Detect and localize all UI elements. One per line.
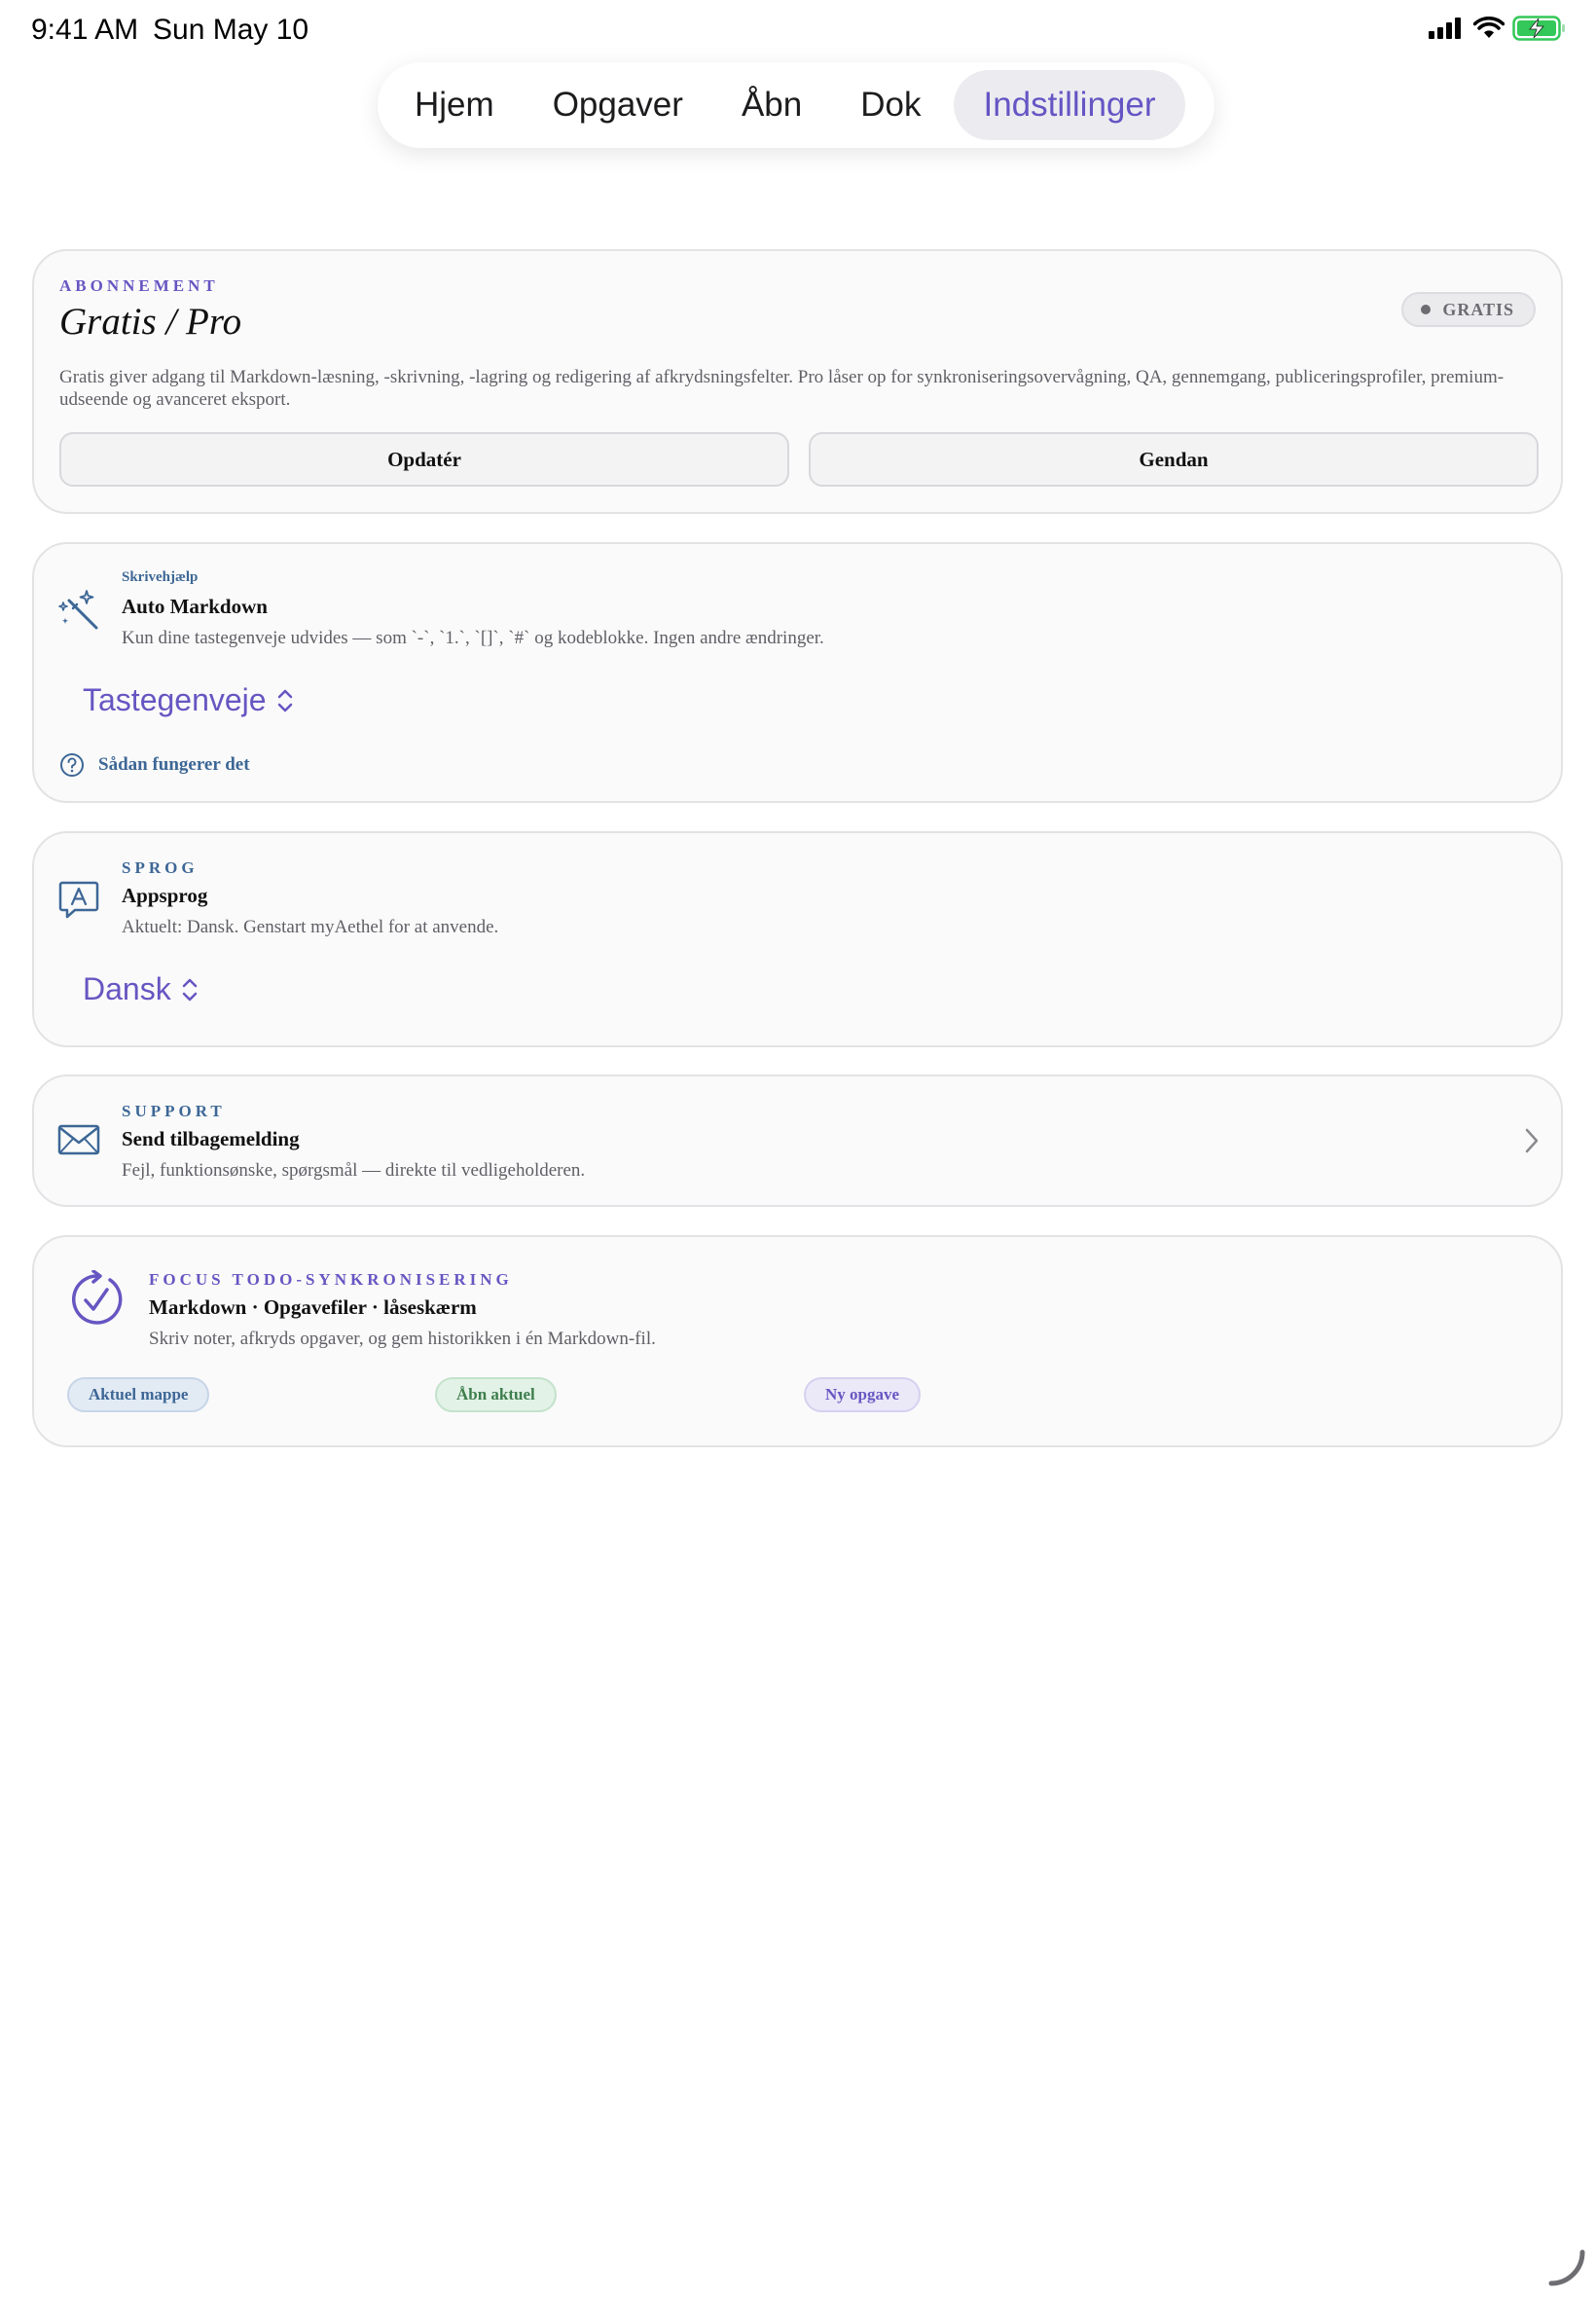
writing-help-card: Skrivehjælp Auto Markdown Kun dine taste… xyxy=(32,542,1563,803)
subscription-description: Gratis giver adgang til Markdown-læsning… xyxy=(59,367,1505,410)
restore-button[interactable]: Gendan xyxy=(809,432,1539,487)
language-picker-value: Dansk xyxy=(83,971,171,1006)
badge-dot xyxy=(1421,305,1432,314)
language-picker[interactable]: Dansk xyxy=(83,971,199,1007)
how-it-works-label: Sådan fungerer det xyxy=(98,754,250,775)
language-eyebrow: SPROG xyxy=(122,858,199,877)
send-feedback-title: Send tilbagemelding xyxy=(122,1127,300,1150)
language-bubble-icon xyxy=(58,881,99,919)
tab-doc[interactable]: Dok xyxy=(831,70,950,140)
app-language-description: Aktuelt: Dansk. Genstart myAethel for at… xyxy=(122,917,499,937)
battery-charging-icon xyxy=(1512,16,1565,41)
how-it-works-link[interactable]: Sådan fungerer det xyxy=(59,752,250,778)
current-folder-chip[interactable]: Aktuel mappe xyxy=(67,1377,210,1412)
status-time: 9:41 AM xyxy=(31,14,139,46)
send-feedback-description: Fejl, funktionsønske, spørgsmål — direkt… xyxy=(122,1160,586,1181)
subscription-title: Gratis / Pro xyxy=(59,301,242,343)
support-eyebrow: SUPPORT xyxy=(122,1102,226,1120)
status-bar: 9:41 AM Sun May 10 xyxy=(0,0,1596,62)
focus-sync-description: Skriv noter, afkryds opgaver, og gem his… xyxy=(149,1329,656,1349)
cellular-signal-icon xyxy=(1429,18,1461,39)
focus-sync-eyebrow: FOCUS TODO-SYNKRONISERING xyxy=(149,1270,513,1289)
subscription-eyebrow: ABONNEMENT xyxy=(59,276,219,295)
envelope-icon xyxy=(57,1124,100,1155)
corner-indicator-icon xyxy=(1548,2249,1585,2286)
magic-wand-icon xyxy=(58,590,98,630)
chevron-right-icon xyxy=(1525,1128,1539,1153)
shortcut-picker-value: Tastegenveje xyxy=(83,682,267,717)
focus-sync-card: FOCUS TODO-SYNKRONISERING Markdown · Opg… xyxy=(32,1235,1563,1447)
chevron-up-down-icon xyxy=(277,689,292,711)
status-date: Sun May 10 xyxy=(153,14,309,46)
auto-markdown-title: Auto Markdown xyxy=(122,595,268,618)
upgrade-button[interactable]: Opdatér xyxy=(59,432,789,487)
focus-sync-title: Markdown · Opgavefiler · låseskærm xyxy=(149,1295,477,1319)
app-language-title: Appsprog xyxy=(122,884,208,907)
question-circle-icon xyxy=(60,753,84,777)
tab-settings[interactable]: Indstillinger xyxy=(954,70,1185,140)
chevron-up-down-icon xyxy=(182,978,197,1001)
tab-tasks[interactable]: Opgaver xyxy=(524,70,712,140)
auto-markdown-description: Kun dine tastegenveje udvides — som `-`,… xyxy=(122,628,824,648)
plan-badge: GRATIS xyxy=(1401,292,1536,327)
subscription-card: ABONNEMENT Gratis / Pro GRATIS Gratis gi… xyxy=(32,249,1563,514)
writing-help-eyebrow: Skrivehjælp xyxy=(122,569,199,585)
tab-home[interactable]: Hjem xyxy=(385,70,524,140)
shortcut-picker[interactable]: Tastegenveje xyxy=(83,682,294,718)
new-task-chip[interactable]: Ny opgave xyxy=(804,1377,922,1412)
support-card[interactable]: SUPPORT Send tilbagemelding Fejl, funkti… xyxy=(32,1075,1563,1207)
wifi-icon xyxy=(1473,17,1505,38)
tab-bar: Hjem Opgaver Åbn Dok Indstillinger xyxy=(378,62,1215,148)
language-card: SPROG Appsprog Aktuelt: Dansk. Genstart … xyxy=(32,831,1563,1047)
sync-check-icon xyxy=(71,1270,123,1325)
plan-badge-label: GRATIS xyxy=(1442,299,1514,319)
tab-open[interactable]: Åbn xyxy=(712,70,831,140)
open-current-chip[interactable]: Åbn aktuel xyxy=(435,1377,557,1412)
status-icons xyxy=(1429,16,1567,41)
